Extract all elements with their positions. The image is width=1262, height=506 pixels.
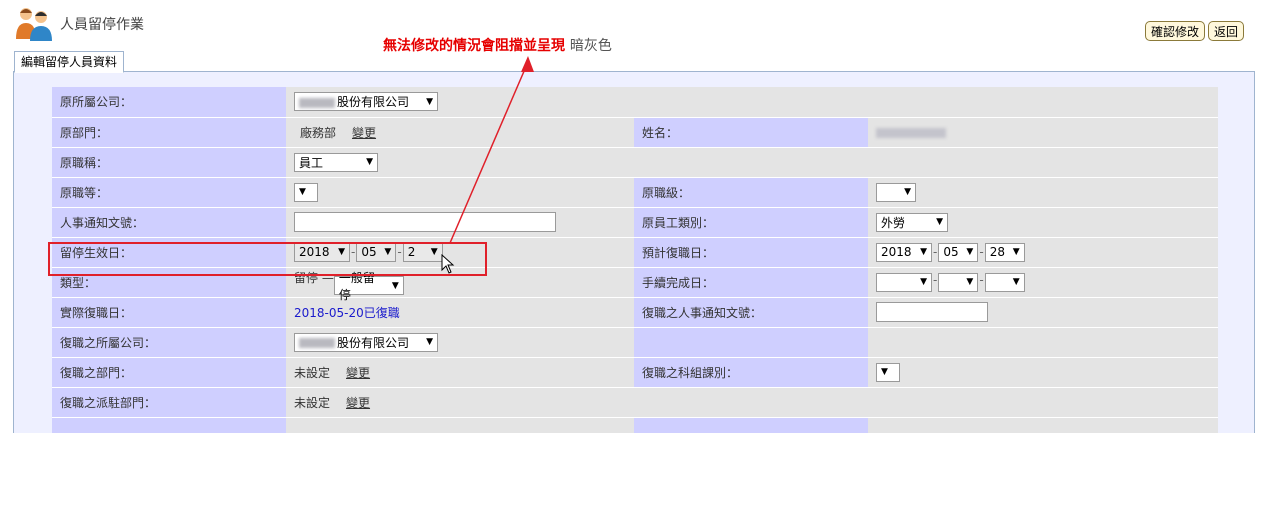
mouse-cursor-icon: [441, 254, 455, 274]
annotation-arrow: [449, 56, 534, 244]
tab-edit-staff[interactable]: 編輯留停人員資料: [14, 51, 125, 73]
